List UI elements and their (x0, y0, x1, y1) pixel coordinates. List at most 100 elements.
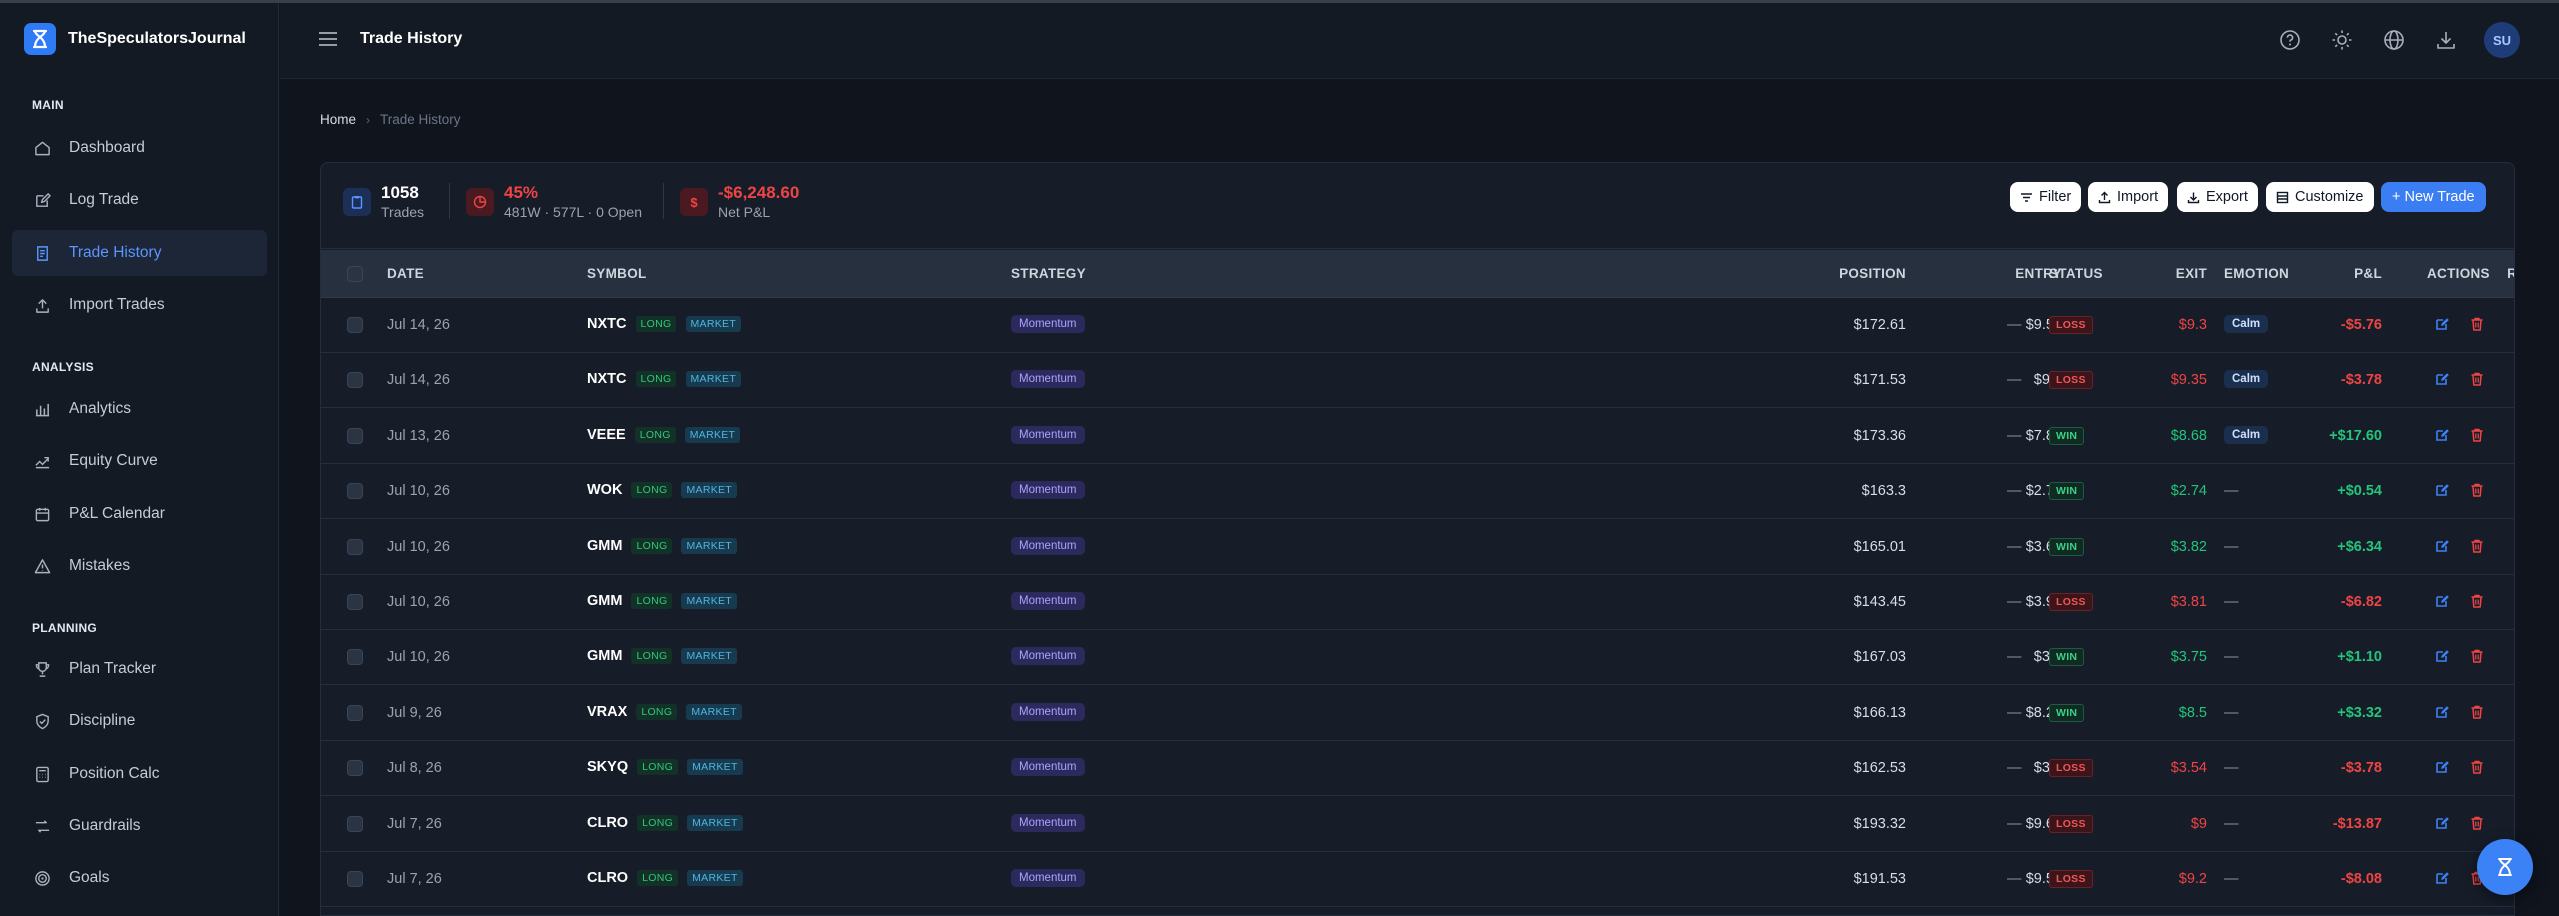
col-emotion[interactable]: EMOTION (2224, 266, 2289, 281)
columns-icon (2276, 191, 2289, 203)
row-checkbox[interactable] (347, 704, 363, 721)
sidebar-item-pnl-calendar[interactable]: P&L Calendar (12, 491, 267, 537)
symbol-cell: VRAX LONG MARKET (587, 703, 742, 720)
import-label: Import (2117, 189, 2159, 205)
customize-button[interactable]: Customize (2266, 182, 2374, 212)
emotion-badge: Calm (2224, 425, 2269, 444)
trash-icon[interactable] (2469, 371, 2485, 387)
sidebar-item-equity-curve[interactable]: Equity Curve (12, 438, 267, 484)
sidebar-item-label: Guardrails (69, 817, 141, 834)
clipboard-icon (343, 188, 371, 216)
col-strategy[interactable]: STRATEGY (1011, 266, 1086, 281)
table-row[interactable]: Jul 10, 26 WOK LONG MARKET Momentum $163… (321, 464, 2514, 520)
sidebar-item-label: Mistakes (69, 557, 131, 574)
sidebar-item-discipline[interactable]: Discipline (12, 698, 267, 744)
trash-icon[interactable] (2469, 704, 2485, 720)
row-checkbox[interactable] (347, 317, 363, 333)
table-row[interactable]: Jul 13, 26 VEEE LONG MARKET Momentum $17… (321, 409, 2514, 464)
edit-icon[interactable] (2434, 870, 2450, 886)
edit-icon[interactable] (2434, 316, 2450, 332)
row-checkbox[interactable] (347, 815, 363, 832)
sidebar-item-position-calc[interactable]: Position Calc (12, 751, 267, 797)
brand[interactable]: TheSpeculatorsJournal (24, 23, 246, 55)
edit-icon[interactable] (2434, 427, 2450, 443)
trash-icon[interactable] (2469, 427, 2485, 443)
row-checkbox[interactable] (347, 871, 363, 887)
download-icon[interactable] (2435, 29, 2457, 51)
table-row[interactable]: Jul 7, 26 CLRO LONG MARKET Momentum $191… (321, 852, 2514, 907)
trash-icon[interactable] (2469, 482, 2485, 498)
status-cell: LOSS (2049, 371, 2093, 390)
table-row[interactable]: Jul 9, 26 VRAX LONG MARKET Momentum $166… (321, 686, 2514, 741)
sidebar-item-plan-tracker[interactable]: Plan Tracker (12, 646, 267, 692)
table-row[interactable]: Jul 14, 26 NXTC LONG MARKET Momentum $17… (321, 298, 2514, 353)
table-row[interactable]: Jul 14, 26 NXTC LONG MARKET Momentum $17… (321, 353, 2514, 409)
sidebar-item-trade-history[interactable]: Trade History (12, 230, 267, 276)
row-checkbox[interactable] (347, 594, 363, 610)
col-position[interactable]: POSITION (1839, 266, 1906, 281)
trash-icon[interactable] (2469, 316, 2485, 332)
edit-icon[interactable] (2434, 538, 2450, 554)
table-row[interactable]: Jul 10, 26 GMM LONG MARKET Momentum $167… (321, 630, 2514, 686)
help-icon[interactable] (2279, 29, 2301, 51)
edit-icon[interactable] (2434, 482, 2450, 498)
sidebar-item-goals[interactable]: Goals (12, 855, 267, 901)
row-checkbox[interactable] (347, 372, 363, 389)
trash-icon[interactable] (2469, 648, 2485, 664)
brand-name: TheSpeculatorsJournal (68, 30, 246, 47)
status-badge: LOSS (2049, 371, 2093, 390)
side-badge: LONG (631, 537, 673, 554)
globe-icon[interactable] (2383, 29, 2405, 51)
trash-icon[interactable] (2469, 815, 2485, 831)
edit-icon[interactable] (2434, 759, 2450, 775)
date-cell: Jul 10, 26 (387, 538, 450, 555)
sidebar-item-dashboard[interactable]: Dashboard (12, 125, 267, 171)
breadcrumb-home-link[interactable]: Home (320, 112, 356, 127)
order-type-badge: MARKET (681, 593, 738, 609)
date-cell: Jul 7, 26 (387, 815, 442, 832)
row-checkbox[interactable] (347, 427, 363, 444)
theme-sun-icon[interactable] (2331, 29, 2353, 51)
side-badge: LONG (637, 870, 679, 886)
select-all-checkbox[interactable] (347, 266, 363, 282)
side-badge: LONG (637, 759, 679, 776)
status-cell: LOSS (2049, 316, 2093, 334)
trash-icon[interactable] (2469, 593, 2485, 609)
trash-icon[interactable] (2469, 538, 2485, 554)
import-button[interactable]: Import (2088, 182, 2169, 212)
edit-icon[interactable] (2434, 371, 2450, 387)
emotion-empty: — (2224, 538, 2239, 555)
trash-icon[interactable] (2469, 759, 2485, 775)
avatar[interactable]: SU (2484, 22, 2520, 58)
export-button[interactable]: Export (2177, 182, 2258, 212)
sidebar-item-log-trade[interactable]: Log Trade (12, 177, 267, 223)
exit-cell: $3.54 (2170, 760, 2207, 777)
row-checkbox[interactable] (347, 760, 363, 777)
sidebar-item-import-trades[interactable]: Import Trades (12, 282, 267, 328)
col-status[interactable]: STATUS (2049, 266, 2103, 281)
side-badge: LONG (636, 703, 678, 720)
col-symbol[interactable]: SYMBOL (587, 266, 647, 281)
edit-icon[interactable] (2434, 704, 2450, 720)
table-row[interactable]: Jul 7, 26 CLRO LONG MARKET Momentum $193… (321, 797, 2514, 852)
status-cell: LOSS (2049, 870, 2093, 888)
strategy-badge: Momentum (1011, 813, 1085, 832)
row-checkbox[interactable] (347, 649, 363, 666)
table-row[interactable]: Jul 10, 26 GMM LONG MARKET Momentum $143… (321, 575, 2514, 630)
col-date[interactable]: DATE (387, 266, 424, 281)
row-checkbox[interactable] (347, 483, 363, 500)
table-row[interactable]: Jul 10, 26 GMM LONG MARKET Momentum $165… (321, 520, 2514, 575)
menu-toggle-icon[interactable] (318, 30, 338, 48)
sidebar-item-analytics[interactable]: Analytics (12, 386, 267, 432)
edit-icon[interactable] (2434, 815, 2450, 831)
new-trade-button[interactable]: + New Trade (2381, 182, 2486, 212)
assistant-fab-button[interactable] (2477, 839, 2533, 895)
sidebar-item-guardrails[interactable]: Guardrails (12, 803, 267, 849)
edit-icon[interactable] (2434, 593, 2450, 609)
table-row[interactable]: Jul 8, 26 SKYQ LONG MARKET Momentum $162… (321, 741, 2514, 797)
filter-button[interactable]: Filter (2010, 182, 2082, 212)
edit-icon[interactable] (2434, 648, 2450, 664)
order-type-badge: MARKET (687, 759, 743, 776)
sidebar-item-mistakes[interactable]: Mistakes (12, 543, 267, 589)
row-checkbox[interactable] (347, 538, 363, 555)
